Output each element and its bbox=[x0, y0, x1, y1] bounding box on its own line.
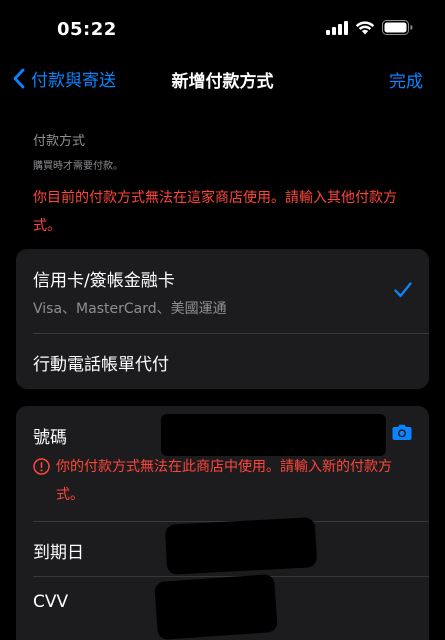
expiry-date-field[interactable]: 到期日 bbox=[16, 517, 429, 576]
payment-method-error: 你目前的付款方式無法在這家商店使用。請輸入其他付款方式。 bbox=[33, 190, 397, 234]
section-title: 付款方式 bbox=[33, 134, 86, 149]
redacted-expiry-date bbox=[164, 517, 318, 575]
chevron-left-icon bbox=[13, 68, 25, 89]
status-bar: 05:22 bbox=[0, 0, 445, 58]
card-number-error: 你的付款方式無法在此商店中使用。請輸入新的付款方式。 bbox=[56, 459, 392, 503]
redacted-cvv bbox=[154, 573, 278, 640]
cellular-signal-icon bbox=[326, 20, 348, 35]
exclamation-circle-icon bbox=[33, 458, 50, 475]
checkmark-icon bbox=[394, 282, 412, 298]
payment-option-credit-card[interactable]: 信用卡/簽帳金融卡 Visa、MasterCard、美國運通 bbox=[16, 249, 429, 333]
payment-option-label: 行動電話帳單代付 bbox=[33, 355, 169, 375]
card-number-field[interactable]: 號碼 你的付款方式無法在此商店中使用。請輸入新的付款方式。 bbox=[16, 406, 429, 521]
payment-option-label: 信用卡/簽帳金融卡 bbox=[33, 271, 175, 291]
camera-icon[interactable] bbox=[392, 424, 412, 440]
payment-method-list: 信用卡/簽帳金融卡 Visa、MasterCard、美國運通 行動電話帳單代付 bbox=[16, 249, 429, 389]
payment-method-section-header: 付款方式 購買時才需要付款。 bbox=[33, 130, 415, 172]
payment-option-sublabel: Visa、MasterCard、美國運通 bbox=[33, 301, 227, 317]
payment-option-phone-billing[interactable]: 行動電話帳單代付 bbox=[16, 333, 429, 389]
status-icons bbox=[326, 20, 413, 35]
done-button[interactable]: 完成 bbox=[389, 67, 423, 92]
navigation-bar: 付款與寄送 新增付款方式 完成 bbox=[0, 58, 445, 98]
back-button-label: 付款與寄送 bbox=[31, 71, 116, 91]
battery-icon bbox=[382, 20, 413, 35]
redacted-card-number bbox=[161, 414, 386, 456]
back-button[interactable]: 付款與寄送 bbox=[12, 66, 116, 91]
card-number-label: 號碼 bbox=[33, 428, 67, 448]
card-details-form: 號碼 你的付款方式無法在此商店中使用。請輸入新的付款方式。 到期日 CVV bbox=[16, 406, 429, 640]
section-subtitle: 購買時才需要付款。 bbox=[33, 161, 123, 172]
cvv-field[interactable]: CVV bbox=[16, 573, 429, 640]
expiry-date-label: 到期日 bbox=[33, 543, 84, 563]
status-time: 05:22 bbox=[57, 19, 117, 40]
wifi-icon bbox=[355, 21, 375, 35]
cvv-label: CVV bbox=[33, 592, 69, 612]
